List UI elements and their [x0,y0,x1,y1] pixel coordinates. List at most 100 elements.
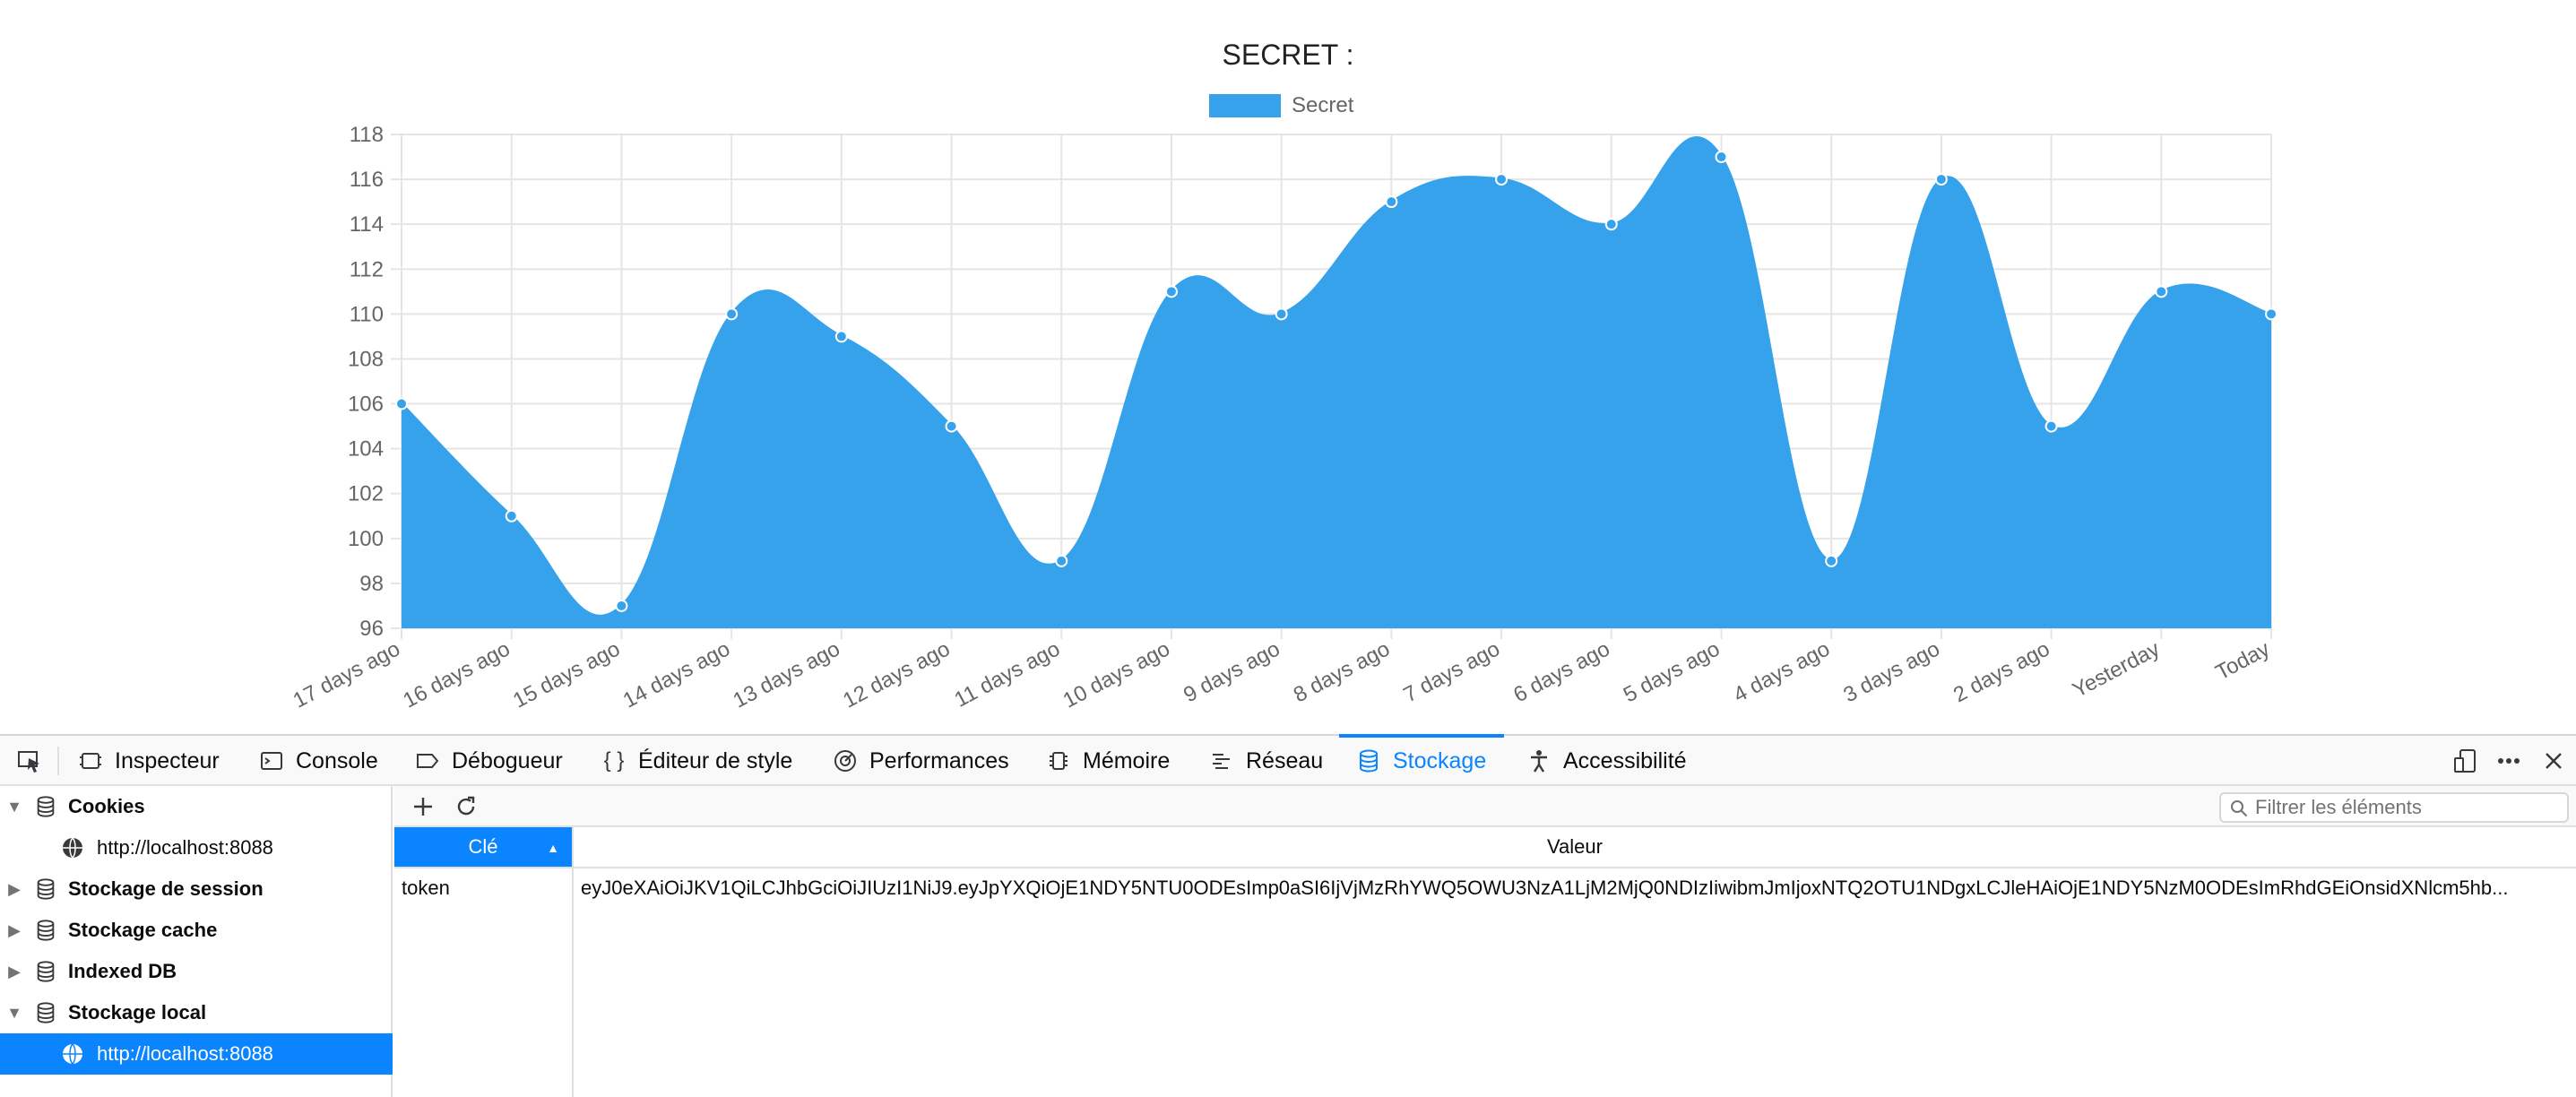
database-icon [37,920,55,941]
x-tick-label: 8 days ago [1290,636,1394,707]
data-point [1495,173,1508,186]
collapsed-twisty-icon[interactable]: ▶ [5,921,23,940]
collapsed-twisty-icon[interactable]: ▶ [5,880,23,899]
add-icon[interactable] [405,786,441,827]
tree-item-label: http://localhost:8088 [97,836,273,859]
x-tick-label: 15 days ago [509,636,624,713]
tab-label: Performances [869,747,1009,773]
expanded-twisty-icon[interactable]: ▼ [5,1004,23,1023]
tab-performances[interactable]: Performances [832,736,1009,786]
tab-editeur-de-style[interactable]: { } Éditeur de style [601,736,793,786]
storage-sub-toolbar: Filtrer les éléments [394,786,2576,827]
tab-stockage[interactable]: Stockage [1355,736,1486,786]
tree-item-indexed-db[interactable]: ▶ Indexed DB [0,951,393,992]
element-picker-icon[interactable] [9,736,50,786]
x-tick-label: 16 days ago [399,636,514,713]
search-icon [2231,800,2248,817]
tab-label: Mémoire [1083,747,1171,773]
x-tick-label: Today [2212,636,2274,685]
database-icon [37,796,55,817]
tab-console[interactable]: Console [258,736,378,786]
tree-item-session-storage[interactable]: ▶ Stockage de session [0,868,393,910]
tab-accessibilite[interactable]: Accessibilité [1526,736,1687,786]
x-tick-label: 11 days ago [950,636,1064,712]
x-tick-label: 3 days ago [1839,636,1943,707]
console-icon [258,747,285,774]
x-tick-label: 9 days ago [1180,636,1284,707]
storage-sidebar: ▼ Cookies http://localhost:8088 ▶ Stocka… [0,786,393,1097]
devtools-panel: Inspecteur Console Débogueur { } Éditeur… [0,734,2576,1097]
refresh-icon[interactable] [448,786,484,827]
data-point [1934,173,1948,186]
style-editor-icon: { } [603,748,625,773]
tab-label: Inspecteur [115,747,220,773]
close-icon[interactable] [2533,736,2574,786]
responsive-design-icon[interactable] [2445,736,2486,786]
chart-title: SECRET : [1223,39,1354,71]
expanded-twisty-icon[interactable]: ▼ [5,798,23,816]
x-tick-label: 13 days ago [729,636,843,713]
column-header-value[interactable]: Valeur [574,827,2576,867]
column-separator [572,827,574,1097]
x-tick-label: 7 days ago [1400,636,1504,707]
toolbar-separator [57,747,59,775]
data-point [1275,307,1288,321]
y-tick-label: 116 [350,168,384,192]
data-point [1825,554,1838,567]
column-header-label: Valeur [1547,835,1603,858]
x-tick-label: 12 days ago [839,636,954,713]
series-area-secret [402,137,2271,628]
tab-label: Console [296,747,378,773]
tree-item-label: Stockage cache [68,919,218,941]
x-tick-label: Yesterday [2069,636,2164,703]
tree-item-label: Cookies [68,795,145,817]
globe-icon [63,1043,82,1065]
tree-item-label: http://localhost:8088 [97,1042,273,1065]
x-tick-label: 10 days ago [1059,636,1174,713]
tree-item-local-storage[interactable]: ▼ Stockage local [0,992,393,1033]
tree-item-cookies[interactable]: ▼ Cookies [0,786,393,827]
y-tick-label: 96 [359,617,384,641]
database-icon [37,878,55,900]
tree-item-label: Stockage local [68,1001,207,1024]
column-header-key[interactable]: Clé ▲ [394,827,572,867]
inspector-icon [77,747,104,774]
x-tick-label: 17 days ago [290,636,404,713]
data-point [1715,151,1728,164]
tab-inspecteur[interactable]: Inspecteur [77,736,220,786]
cell-key: token [402,877,450,899]
column-header-label: Clé [468,835,498,858]
x-tick-label: 2 days ago [1949,636,2053,707]
table-header: Clé ▲ Valeur [394,827,2576,868]
filter-input[interactable]: Filtrer les éléments [2219,792,2569,823]
sort-ascending-icon: ▲ [547,841,559,855]
x-tick-label: 4 days ago [1730,636,1834,707]
more-options-icon[interactable] [2488,736,2529,786]
data-point [1604,218,1618,231]
tab-label: Stockage [1393,747,1487,773]
data-point [2155,285,2168,298]
data-point [505,509,518,523]
y-tick-label: 118 [350,123,384,147]
tab-reseau[interactable]: Réseau [1208,736,1323,786]
filter-placeholder: Filtrer les éléments [2255,796,2422,818]
y-tick-label: 102 [348,482,384,506]
tree-item-cookies-localhost[interactable]: http://localhost:8088 [0,827,393,868]
tab-debogueur[interactable]: Débogueur [414,736,563,786]
accessibility-icon [1526,747,1552,774]
legend-swatch [1209,94,1281,117]
globe-icon [63,837,82,859]
performance-icon [832,747,859,774]
memory-icon [1045,747,1072,774]
devtools-toolbar: Inspecteur Console Débogueur { } Éditeur… [0,734,2576,786]
chart-area: 96 98 100 102 104 106 108 110 112 114 116 118 17 day… [0,0,2576,735]
tree-item-cache-storage[interactable]: ▶ Stockage cache [0,910,393,951]
y-tick-label: 114 [350,212,384,237]
debugger-icon [414,747,441,774]
selected-tab-indicator [1339,734,1504,738]
x-tick-label: 5 days ago [1620,636,1724,707]
collapsed-twisty-icon[interactable]: ▶ [5,963,23,981]
tab-memoire[interactable]: Mémoire [1045,736,1170,786]
y-tick-label: 98 [359,572,384,596]
tree-item-local-storage-localhost[interactable]: http://localhost:8088 [0,1033,393,1075]
